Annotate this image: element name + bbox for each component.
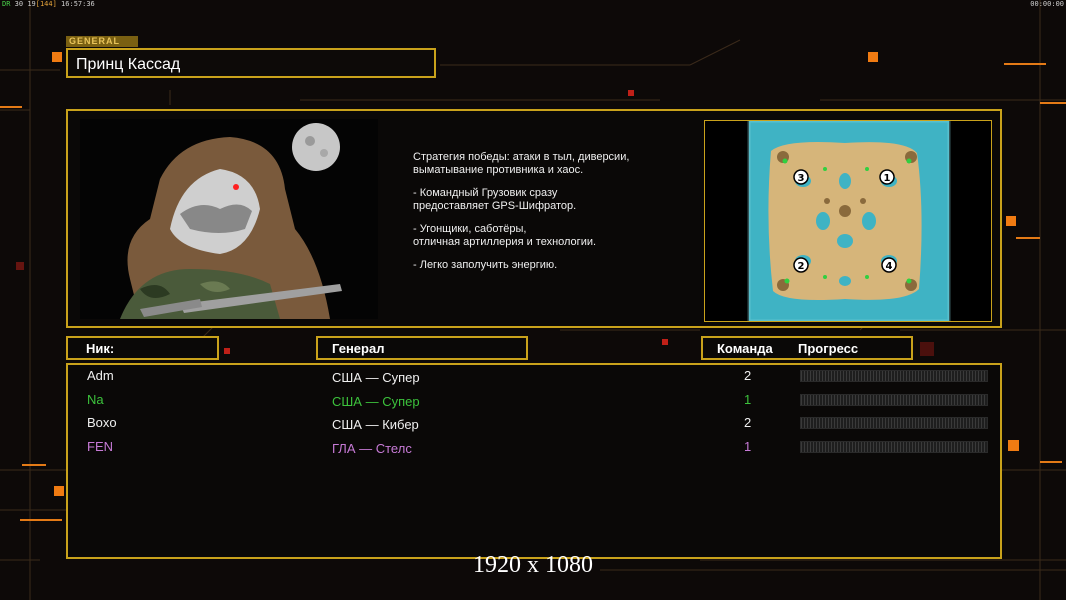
column-header-team-progress: Команда Прогресс [701, 336, 913, 360]
player-team: 1 [744, 392, 752, 407]
general-header-label: Генерал [332, 341, 385, 356]
player-general: США — Кибер [332, 417, 419, 432]
player-nick: Adm [87, 368, 114, 383]
fps-label: DR [2, 0, 11, 8]
fps-value-b: 19 [27, 0, 36, 8]
general-info-panel: Стратегия победы: атаки в тыл, диверсии,… [66, 109, 1002, 328]
clock-left: 16:57:36 [61, 0, 95, 8]
player-general: США — Супер [332, 370, 420, 385]
column-header-nick: Ник: [66, 336, 219, 360]
player-row: Adm США — Супер 2 [68, 366, 1000, 388]
spawn-label-2: 2 [798, 261, 805, 272]
player-progress-bar [800, 394, 988, 406]
minimap[interactable]: 3 1 2 4 [705, 119, 991, 323]
clock-right: 00:00:00 [1030, 0, 1064, 8]
player-nick: Boxo [87, 415, 117, 430]
player-progress-bar [800, 441, 988, 453]
resolution-label: 1920 x 1080 [473, 552, 593, 578]
player-team: 1 [744, 439, 752, 454]
fps-counter: DR 30 19[144] 16:57:36 [2, 0, 95, 8]
general-portrait [80, 119, 378, 319]
minimap-frame: 3 1 2 4 [704, 119, 992, 323]
player-team: 2 [744, 368, 752, 383]
player-team: 2 [744, 415, 752, 430]
player-progress-bar [800, 370, 988, 382]
players-panel: Adm США — Супер 2 Na США — Супер 1 Boxo … [66, 363, 1002, 559]
general-name: Принц Кассад [76, 56, 181, 73]
player-general: ГЛА — Стелс [332, 441, 412, 456]
player-nick: Na [87, 392, 104, 407]
general-tag: GENERAL [66, 36, 138, 47]
column-header-general: Генерал [316, 336, 528, 360]
player-nick: FEN [87, 439, 113, 454]
general-name-box: Принц Кассад [66, 48, 436, 78]
description-line-4: - Легко заполучить энергию. [413, 259, 558, 271]
player-row: FEN ГЛА — Стелс 1 [68, 437, 1000, 459]
description-line-1: Стратегия победы: атаки в тыл, диверсии,… [413, 151, 630, 176]
player-progress-bar [800, 417, 988, 429]
fps-value-c: [144] [35, 0, 57, 8]
progress-header-label: Прогресс [798, 341, 859, 356]
description-line-2: - Командный Грузовик сразу предоставляет… [413, 187, 577, 212]
player-general: США — Супер [332, 394, 420, 409]
description-line-3: - Угонщики, саботёры, отличная артиллери… [413, 223, 597, 248]
general-description: Стратегия победы: атаки в тыл, диверсии,… [413, 151, 693, 282]
spawn-label-1: 1 [884, 173, 891, 184]
spawn-label-3: 3 [798, 173, 805, 184]
player-row: Na США — Супер 1 [68, 390, 1000, 412]
fps-value-a: 30 [14, 0, 24, 8]
player-row: Boxo США — Кибер 2 [68, 413, 1000, 435]
nick-header-label: Ник: [86, 341, 115, 356]
spawn-label-4: 4 [886, 261, 893, 272]
team-header-label: Команда [717, 341, 773, 356]
